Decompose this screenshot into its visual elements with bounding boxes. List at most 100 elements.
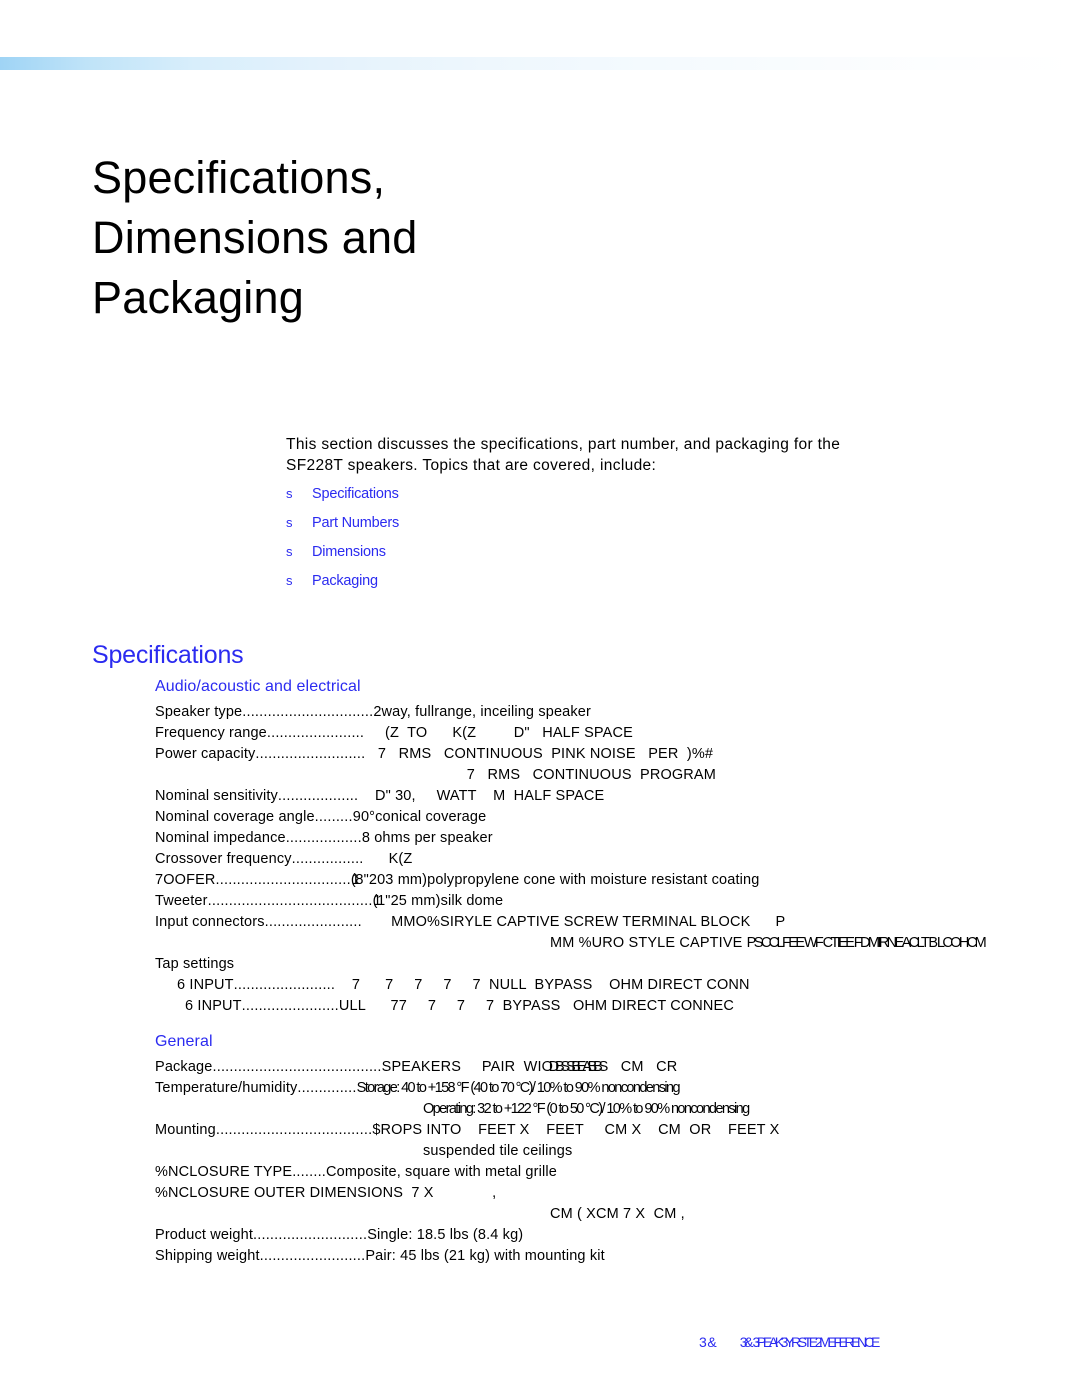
topic-label: Part Numbers	[312, 515, 400, 531]
spec-row-power-capacity: Power capacity .........................…	[155, 744, 1080, 765]
spec-leader-dots: .......................	[241, 998, 339, 1014]
spec-leader-dots: .......................................	[207, 893, 373, 909]
spec-value: MMO%SIRYLE CAPTIVE SCREW TERMINAL BLOCK …	[361, 914, 786, 930]
topic-link-part-numbers[interactable]: s Part Numbers	[286, 515, 786, 544]
spec-label: 7OOFER	[155, 872, 216, 888]
spec-value: 1"25 mm)silk dome	[377, 893, 504, 909]
spec-label: 6 INPUT	[185, 998, 242, 1014]
spec-value: ULL 77 7 7 7 BYPASS OHM DIRECT CONNEC	[338, 998, 734, 1014]
topic-link-specifications[interactable]: s Specifications	[286, 486, 786, 515]
specifications-heading: Specifications	[92, 640, 244, 669]
spec-value: Storage: 40 to +158 °F (40 to 70 °C)/ 10…	[356, 1080, 681, 1096]
topic-label: Dimensions	[312, 544, 386, 560]
spec-leader-dots: .................	[291, 851, 364, 867]
page-title-line-2: Dimensions and	[92, 212, 418, 264]
page-footer: 3& 3& 3PEAK3YRSTE2MEFERENICE	[690, 1318, 881, 1350]
spec-row-crossover-frequency: Crossover frequency ................. K(…	[155, 849, 1080, 870]
spec-label: Nominal coverage angle	[155, 809, 315, 825]
audio-spec-rows: Speaker type ...........................…	[155, 702, 1080, 1017]
spec-value-overlap: ODBSS BEABBS	[541, 1059, 609, 1075]
spec-leader-dots: .......................	[264, 914, 362, 930]
spec-value-tail: CM CR	[604, 1059, 678, 1075]
spec-row-nominal-coverage-angle: Nominal coverage angle ......... 90°coni…	[155, 807, 1080, 828]
spec-label: Power capacity	[155, 746, 256, 762]
intro-line-1: This section discusses the specification…	[286, 436, 841, 453]
spec-leader-dots: ..........................	[255, 746, 366, 762]
page-title-line-3: Packaging	[92, 272, 304, 324]
spec-leader-dots: ........................	[233, 977, 336, 993]
footer-title-garbled: 3& 3PEAK3YRSTE2MEFERENICE	[739, 1334, 881, 1350]
spec-label: Input connectors	[155, 914, 265, 930]
spec-row-speaker-type: Speaker type ...........................…	[155, 702, 1080, 723]
general-spec-rows: Package ................................…	[155, 1057, 1080, 1267]
topic-link-dimensions[interactable]: s Dimensions	[286, 544, 786, 573]
spec-value: 7 X ,	[403, 1185, 497, 1201]
spec-leader-dots: ........	[292, 1164, 327, 1180]
spec-row-enclosure-dimensions: %NCLOSURE OUTER DIMENSIONS 7 X ,	[155, 1183, 1080, 1204]
page-title-line-1: Specifications,	[92, 152, 386, 204]
page-title: Specifications, Dimensions and Packaging	[92, 148, 712, 328]
spec-leader-dots: ...................	[277, 788, 359, 804]
spec-leader-dots: ..............	[297, 1080, 357, 1096]
spec-row-mounting: Mounting ...............................…	[155, 1120, 1080, 1141]
bullet-icon: s	[286, 573, 293, 588]
spec-label: Temperature/humidity	[155, 1080, 298, 1096]
spec-value: $ROPS INTO FEET X FEET CM X CM OR FEET X	[372, 1122, 780, 1138]
spec-continuation-power-capacity: 7 RMS CONTINUOUS PROGRAM	[450, 767, 716, 783]
spec-value: Single: 18.5 lbs (8.4 kg)	[367, 1227, 524, 1243]
spec-value: 8 ohms per speaker	[361, 830, 493, 846]
spec-label: Speaker type	[155, 704, 243, 720]
spec-leader-dots: ..................	[285, 830, 362, 846]
topic-link-packaging[interactable]: s Packaging	[286, 573, 786, 602]
audio-section-heading: Audio/acoustic and electrical	[155, 678, 361, 695]
spec-row-nominal-impedance: Nominal impedance .................. 8 o…	[155, 828, 1080, 849]
spec-label: Nominal impedance	[155, 830, 286, 846]
spec-row-shipping-weight: Shipping weight ........................…	[155, 1246, 1080, 1267]
spec-value: SPEAKERS PAIR WI	[381, 1059, 542, 1075]
spec-continuation-temperature: Operating: 32 to +122 °F (0 to 50 °C)/ 1…	[423, 1101, 750, 1117]
intro-line-2: SF228T speakers. Topics that are covered…	[286, 457, 657, 474]
spec-row-enclosure-type: %NCLOSURE TYPE ........ Composite, squar…	[155, 1162, 1080, 1183]
input-continuation-prefix: MM %URO STYLE CAPTIVE	[550, 935, 747, 951]
spec-value: (Z TO K(Z D" HALF SPACE	[364, 725, 633, 741]
spec-leader-dots: ...........................	[253, 1227, 368, 1243]
spec-leader-dots: ...............................	[242, 704, 374, 720]
spec-value: D" 30, WATT M HALF SPACE	[358, 788, 605, 804]
spec-row-frequency-range: Frequency range ....................... …	[155, 723, 1080, 744]
footer-page-number: 3&	[698, 1334, 718, 1350]
spec-continuation-mounting: suspended tile ceilings	[423, 1143, 573, 1159]
spec-leader-dots: .......................	[266, 725, 365, 741]
spec-row-product-weight: Product weight .........................…	[155, 1225, 1080, 1246]
spec-leader-dots: .........................	[259, 1248, 366, 1264]
spec-row-tap-input-1: 6 INPUT ........................ 7 7 7 7…	[155, 975, 1080, 996]
bullet-icon: s	[286, 486, 293, 501]
spec-value: 7 7 7 7 7 NULL BYPASS OHM DIRECT CONN	[335, 977, 750, 993]
spec-value: Composite, square with metal grille	[326, 1164, 557, 1180]
general-section-heading: General	[155, 1033, 213, 1050]
topic-list: s Specifications s Part Numbers s Dimens…	[286, 486, 786, 602]
spec-value: Pair: 45 lbs (21 kg) with mounting kit	[365, 1248, 605, 1264]
spec-continuation-enclosure-dimensions: CM ( XCM 7 X CM ,	[550, 1206, 685, 1222]
spec-leader-dots: ................................	[215, 872, 351, 888]
spec-label: 6 INPUT	[177, 977, 234, 993]
spec-label: %NCLOSURE TYPE	[155, 1164, 293, 1180]
spec-label: %NCLOSURE OUTER DIMENSIONS	[155, 1185, 404, 1201]
header-gradient-rule	[0, 57, 1080, 70]
spec-row-package: Package ................................…	[155, 1057, 1080, 1078]
spec-row-tweeter: Tweeter ................................…	[155, 891, 1080, 912]
spec-label: Frequency range	[155, 725, 267, 741]
spec-label: Crossover frequency	[155, 851, 292, 867]
spec-leader-dots: ........................................	[212, 1059, 382, 1075]
spec-value: K(Z	[363, 851, 413, 867]
spec-label: Product weight	[155, 1227, 254, 1243]
spec-label: Mounting	[155, 1122, 216, 1138]
spec-row-tap-input-2: 6 INPUT ....................... ULL 77 7…	[155, 996, 1080, 1017]
spec-value: 7 RMS CONTINUOUS PINK NOISE PER )%#	[365, 746, 714, 762]
spec-row-woofer: 7OOFER ................................ …	[155, 870, 1080, 891]
spec-value: 90°conical coverage	[352, 809, 487, 825]
spec-leader-dots: .....................................	[215, 1122, 373, 1138]
input-continuation-garbled: PSCCLFEE WF CTIEE FDMIRNEACLT B LCOHCM	[746, 935, 987, 951]
topic-label: Specifications	[312, 486, 399, 502]
spec-row-nominal-sensitivity: Nominal sensitivity ................... …	[155, 786, 1080, 807]
specifications-body: Audio/acoustic and electrical Speaker ty…	[155, 678, 1080, 1267]
